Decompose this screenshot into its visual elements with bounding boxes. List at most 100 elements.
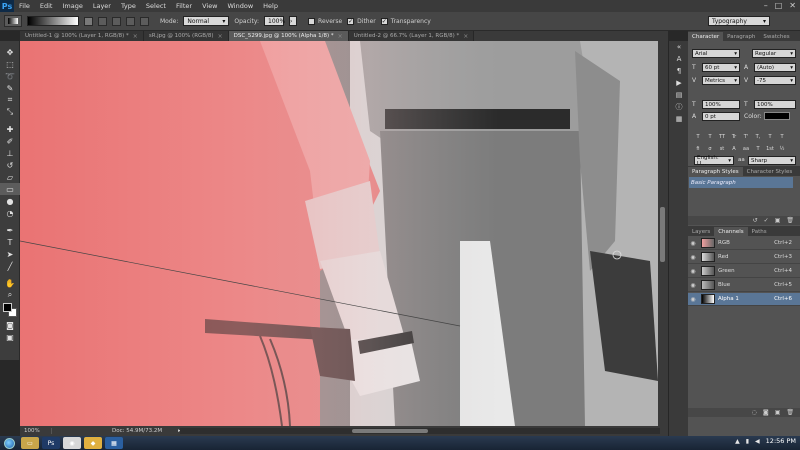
commit-icon[interactable]: ✓ (764, 217, 769, 224)
tool-preset-picker[interactable] (4, 15, 22, 27)
collapse-arrows-icon[interactable]: « (669, 41, 689, 53)
photoshop-taskbar-icon[interactable]: Ps (42, 437, 60, 449)
angle-gradient-button[interactable] (112, 16, 121, 26)
contextual-alternates-button[interactable]: σ (706, 145, 714, 153)
channel-row-blue[interactable]: ◉ Blue Ctrl+5 (688, 279, 800, 292)
marquee-tool-icon[interactable]: ⬚ (0, 58, 20, 70)
tracking-field[interactable]: -75 ▾ (754, 76, 796, 85)
swash-button[interactable]: A (730, 145, 738, 153)
radial-gradient-button[interactable] (98, 16, 107, 26)
maximize-button[interactable]: □ (775, 1, 783, 10)
discretionary-ligatures-button[interactable]: st (718, 145, 726, 153)
tab-untitled-2[interactable]: Untitled-2 @ 66.7% (Layer 1, RGB/8) * × (348, 31, 475, 41)
color-swatches[interactable] (0, 301, 20, 319)
eye-icon[interactable]: ◉ (688, 282, 698, 289)
tab-paths[interactable]: Paths (748, 227, 771, 236)
subscript-button[interactable]: T, (754, 133, 762, 141)
menu-help[interactable]: Help (258, 2, 283, 10)
menu-edit[interactable]: Edit (35, 2, 58, 10)
pen-tool-icon[interactable]: ✒ (0, 224, 20, 236)
new-style-icon[interactable]: ▣ (775, 217, 781, 224)
eye-icon[interactable]: ◉ (688, 254, 698, 261)
blur-tool-icon[interactable]: ● (0, 195, 20, 207)
close-tab-icon[interactable]: × (133, 33, 138, 40)
menu-window[interactable]: Window (223, 2, 259, 10)
healing-brush-tool-icon[interactable]: ✚ (0, 123, 20, 135)
reverse-checkbox[interactable] (308, 17, 316, 25)
transparency-checkbox[interactable]: ✓ (380, 17, 388, 25)
small-caps-button[interactable]: Tr (730, 133, 738, 141)
horizontal-scroll-thumb[interactable] (352, 429, 428, 433)
zoom-level[interactable]: 100% (20, 428, 52, 434)
close-tab-icon[interactable]: × (463, 33, 468, 40)
tab-character-styles[interactable]: Character Styles (743, 167, 797, 176)
app-taskbar-icon[interactable]: ▦ (105, 437, 123, 449)
close-button[interactable]: ✕ (789, 1, 796, 10)
quick-select-tool-icon[interactable]: ✎ (0, 82, 20, 94)
kerning-field[interactable]: Metrics ▾ (702, 76, 740, 85)
eye-icon[interactable]: ◉ (688, 296, 698, 303)
clock[interactable]: 12:56 PM (766, 437, 796, 445)
layer-comps-icon[interactable]: ▤ (669, 89, 689, 101)
close-tab-icon[interactable]: × (218, 33, 223, 40)
eyedropper-tool-icon[interactable]: ⤡ (0, 106, 20, 118)
volume-icon[interactable]: ◀ (755, 438, 760, 445)
network-icon[interactable]: ▮ (746, 438, 749, 445)
tab-paragraph[interactable]: Paragraph (723, 32, 759, 41)
dither-checkbox[interactable]: ✓ (347, 17, 355, 25)
document-size[interactable]: Doc: 54.9M/73.2M (52, 428, 192, 434)
channel-row-red[interactable]: ◉ Red Ctrl+3 (688, 251, 800, 264)
zoom-tool-icon[interactable]: ⌕ (0, 289, 20, 301)
bridge-taskbar-icon[interactable]: ◆ (84, 437, 102, 449)
transparency-option[interactable]: ✓ Transparency (380, 17, 431, 25)
line-tool-icon[interactable]: ╱ (0, 260, 20, 272)
opacity-field[interactable]: 100% (264, 16, 285, 26)
explorer-taskbar-icon[interactable]: ▭ (21, 437, 39, 449)
paragraph-panel-icon[interactable]: ¶ (669, 65, 689, 77)
save-selection-icon[interactable]: ◙ (763, 409, 769, 416)
dither-option[interactable]: ✓ Dither (347, 17, 376, 25)
close-tab-icon[interactable]: × (338, 33, 343, 40)
antialias-select[interactable]: Sharp ▾ (748, 156, 796, 165)
start-button[interactable] (0, 436, 18, 450)
clear-override-icon[interactable]: ↺ (753, 217, 758, 224)
path-selection-tool-icon[interactable]: ➤ (0, 248, 20, 260)
faux-bold-button[interactable]: T (694, 133, 702, 141)
channel-row-alpha-1[interactable]: ◉ Alpha 1 Ctrl+6 (688, 293, 800, 306)
underline-button[interactable]: T (766, 133, 774, 141)
info-icon[interactable]: ⓘ (669, 101, 689, 113)
gradient-picker[interactable] (27, 16, 79, 26)
paragraph-style-item[interactable]: Basic Paragraph (689, 177, 793, 188)
ordinals-button[interactable]: 1st (766, 145, 774, 153)
font-family-select[interactable]: Arial ▾ (692, 49, 740, 58)
workspace-switcher[interactable]: Typography ▾ (708, 16, 770, 26)
faux-italic-button[interactable]: T (706, 133, 714, 141)
all-caps-button[interactable]: TT (718, 133, 726, 141)
diamond-gradient-button[interactable] (140, 16, 149, 26)
clone-stamp-tool-icon[interactable]: ⊥ (0, 147, 20, 159)
dodge-tool-icon[interactable]: ◔ (0, 207, 20, 219)
tab-channels[interactable]: Channels (714, 227, 748, 236)
tab-character[interactable]: Character (688, 32, 724, 41)
move-tool-icon[interactable]: ✥ (0, 46, 20, 58)
tab-dsc-5299[interactable]: DSC_5299.jpg @ 100% (Alpha 1/8) * × (228, 31, 349, 41)
eye-icon[interactable]: ◉ (688, 240, 698, 247)
swatches-icon[interactable]: ▦ (669, 113, 689, 125)
horizontal-scale-field[interactable]: 100% (754, 100, 796, 109)
eraser-tool-icon[interactable]: ▱ (0, 171, 20, 183)
menu-image[interactable]: Image (57, 2, 87, 10)
history-brush-tool-icon[interactable]: ↺ (0, 159, 20, 171)
menu-file[interactable]: File (14, 2, 35, 10)
tab-untitled-1[interactable]: Untitled-1 @ 100% (Layer 1, RGB/8) * × (20, 31, 144, 41)
font-size-field[interactable]: 60 pt ▾ (702, 63, 740, 72)
linear-gradient-button[interactable] (84, 16, 93, 26)
channel-row-rgb[interactable]: ◉ RGB Ctrl+2 (688, 237, 800, 250)
gradient-tool-icon[interactable]: ▭ (0, 183, 20, 195)
actions-icon[interactable]: ▶ (669, 77, 689, 89)
vertical-scale-field[interactable]: 100% (702, 100, 740, 109)
channel-row-green[interactable]: ◉ Green Ctrl+4 (688, 265, 800, 278)
text-color-swatch[interactable] (764, 112, 790, 120)
lasso-tool-icon[interactable]: ➰ (0, 70, 20, 82)
language-select[interactable]: English: U... ▾ (694, 155, 734, 167)
brush-tool-icon[interactable]: ✐ (0, 135, 20, 147)
